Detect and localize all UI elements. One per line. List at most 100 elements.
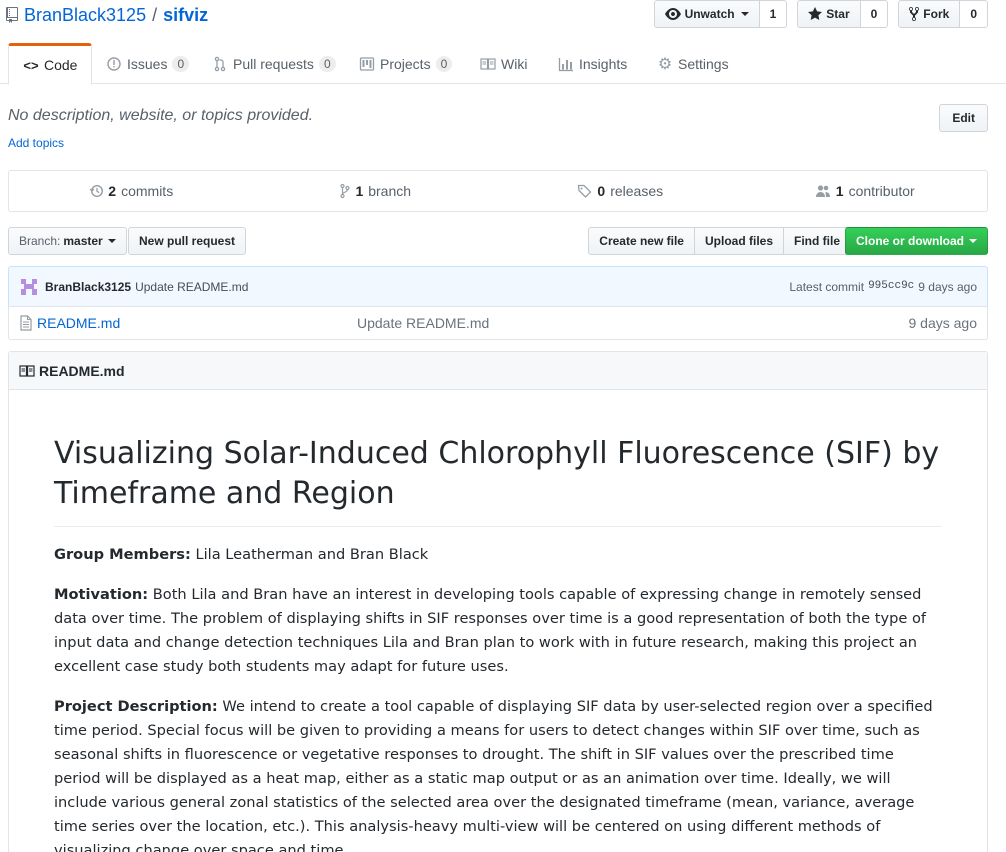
issue-icon: [107, 56, 121, 71]
add-topics-link[interactable]: Add topics: [8, 136, 64, 150]
file-navigation: Branch: master New pull request Create n…: [8, 227, 988, 255]
repo-name-link[interactable]: sifviz: [163, 5, 208, 26]
repo-description: No description, website, or topics provi…: [8, 107, 314, 124]
branch-prefix: Branch:: [19, 234, 61, 248]
tab-label: Insights: [579, 55, 628, 72]
releases-link[interactable]: 0 releases: [498, 171, 743, 211]
graph-icon: [558, 57, 573, 71]
tab-label: Wiki: [501, 55, 528, 72]
contributor-count: 1: [835, 183, 844, 199]
commit-sha-link[interactable]: 995cc9c: [868, 280, 914, 294]
tab-label: Projects: [380, 55, 431, 72]
contributors-link[interactable]: 1 contributor: [743, 171, 988, 211]
readme-body: Visualizing Solar-Induced Chlorophyll Fl…: [9, 390, 987, 852]
repo-separator: /: [152, 4, 158, 25]
star-button[interactable]: Star: [797, 0, 861, 28]
project-icon: [359, 56, 375, 71]
repo-icon: [6, 7, 18, 23]
chevron-down-icon: [740, 12, 749, 16]
tab-projects[interactable]: Projects 0: [345, 43, 466, 84]
fork-button[interactable]: Fork: [898, 0, 961, 28]
readme-title: Visualizing Solar-Induced Chlorophyll Fl…: [54, 434, 942, 527]
watch-count[interactable]: 1: [759, 0, 788, 28]
file-icon: [20, 315, 32, 331]
tab-pull-requests[interactable]: Pull requests 0: [198, 43, 350, 84]
tab-wiki[interactable]: Wiki: [466, 43, 541, 84]
file-name-link[interactable]: README.md: [37, 315, 357, 331]
history-icon: [89, 185, 104, 197]
gear-icon: ⚙: [657, 55, 673, 73]
repo-title: BranBlack3125 / sifviz: [6, 2, 208, 28]
tab-label: Pull requests: [233, 55, 314, 72]
project-description-paragraph: Project Description: We intend to create…: [54, 695, 942, 852]
tab-settings[interactable]: ⚙ Settings: [643, 43, 743, 84]
eye-icon: [664, 8, 681, 20]
commits-count: 2: [108, 183, 117, 199]
tab-issues[interactable]: Issues 0: [92, 43, 203, 84]
project-description-label: Project Description:: [54, 698, 218, 715]
chevron-down-icon: [107, 239, 116, 243]
releases-label: releases: [610, 183, 664, 199]
motivation-paragraph: Motivation: Both Lila and Bran have an i…: [54, 583, 942, 679]
code-icon: <>: [23, 57, 39, 73]
star-count[interactable]: 0: [860, 0, 889, 28]
people-icon: [815, 185, 830, 197]
star-label: Star: [826, 7, 850, 21]
group-members-label: Group Members:: [54, 546, 191, 563]
projects-counter: 0: [435, 55, 453, 72]
readme-header: README.md: [9, 352, 987, 390]
commit-author-link[interactable]: BranBlack3125: [45, 280, 131, 294]
branch-icon: [340, 183, 351, 199]
group-members-paragraph: Group Members: Lila Leatherman and Bran …: [54, 543, 942, 567]
find-file-button[interactable]: Find file: [783, 227, 851, 255]
tab-label: Issues: [127, 55, 168, 72]
fork-count[interactable]: 0: [960, 0, 988, 28]
branch-label: branch: [368, 183, 412, 199]
repo-owner-link[interactable]: BranBlack3125: [24, 5, 146, 26]
commit-meta: Latest commit 995cc9c 9 days ago: [789, 280, 977, 294]
clone-or-download-button[interactable]: Clone or download: [845, 227, 988, 255]
upload-files-button[interactable]: Upload files: [693, 227, 784, 255]
commit-age: 9 days ago: [918, 279, 977, 294]
avatar[interactable]: [19, 276, 39, 297]
latest-commit-label: Latest commit: [789, 279, 865, 294]
readme-panel: README.md Visualizing Solar-Induced Chlo…: [8, 351, 988, 852]
readme-filename: README.md: [39, 362, 125, 379]
file-row: README.md Update README.md 9 days ago: [8, 306, 988, 340]
fork-label: Fork: [923, 7, 950, 21]
numbers-summary: 2 commits 1 branch 0 releases 1 contribu…: [8, 170, 988, 212]
commit-message-link[interactable]: Update README.md: [135, 280, 248, 294]
watch-label: Unwatch: [684, 7, 735, 21]
branch-count: 1: [355, 183, 364, 199]
new-pull-request-button[interactable]: New pull request: [128, 227, 247, 255]
repo-actions: Unwatch 1 Star 0 Fork 0: [653, 0, 988, 28]
repo-nav: <> Code Issues 0 Pull requests 0 Project…: [0, 43, 1006, 85]
latest-commit-bar: BranBlack3125 Update README.md Latest co…: [8, 266, 988, 307]
book-icon: [19, 364, 35, 377]
contributor-label: contributor: [848, 183, 915, 199]
branches-link[interactable]: 1 branch: [254, 171, 499, 211]
tab-label: Code: [44, 57, 78, 73]
issues-counter: 0: [172, 55, 190, 72]
book-icon: [480, 57, 496, 70]
pull-requests-counter: 0: [318, 55, 336, 72]
create-new-file-button[interactable]: Create new file: [588, 227, 695, 255]
file-age: 9 days ago: [908, 315, 978, 331]
star-icon: [808, 7, 823, 20]
commits-link[interactable]: 2 commits: [9, 171, 254, 211]
watch-button[interactable]: Unwatch: [653, 0, 760, 28]
pull-request-icon: [214, 56, 226, 71]
clone-label: Clone or download: [856, 234, 964, 248]
file-actions-group: Create new file Upload files Find file: [588, 227, 851, 255]
tab-code[interactable]: <> Code: [8, 43, 93, 85]
releases-count: 0: [597, 183, 606, 199]
commits-label: commits: [121, 183, 174, 199]
tag-icon: [578, 184, 592, 198]
edit-button[interactable]: Edit: [939, 104, 988, 132]
file-commit-message-link[interactable]: Update README.md: [357, 315, 489, 331]
tab-insights[interactable]: Insights: [544, 43, 641, 84]
tab-label: Settings: [678, 55, 729, 72]
chevron-down-icon: [969, 239, 977, 243]
branch-name: master: [63, 234, 103, 248]
branch-select-button[interactable]: Branch: master: [8, 227, 127, 255]
